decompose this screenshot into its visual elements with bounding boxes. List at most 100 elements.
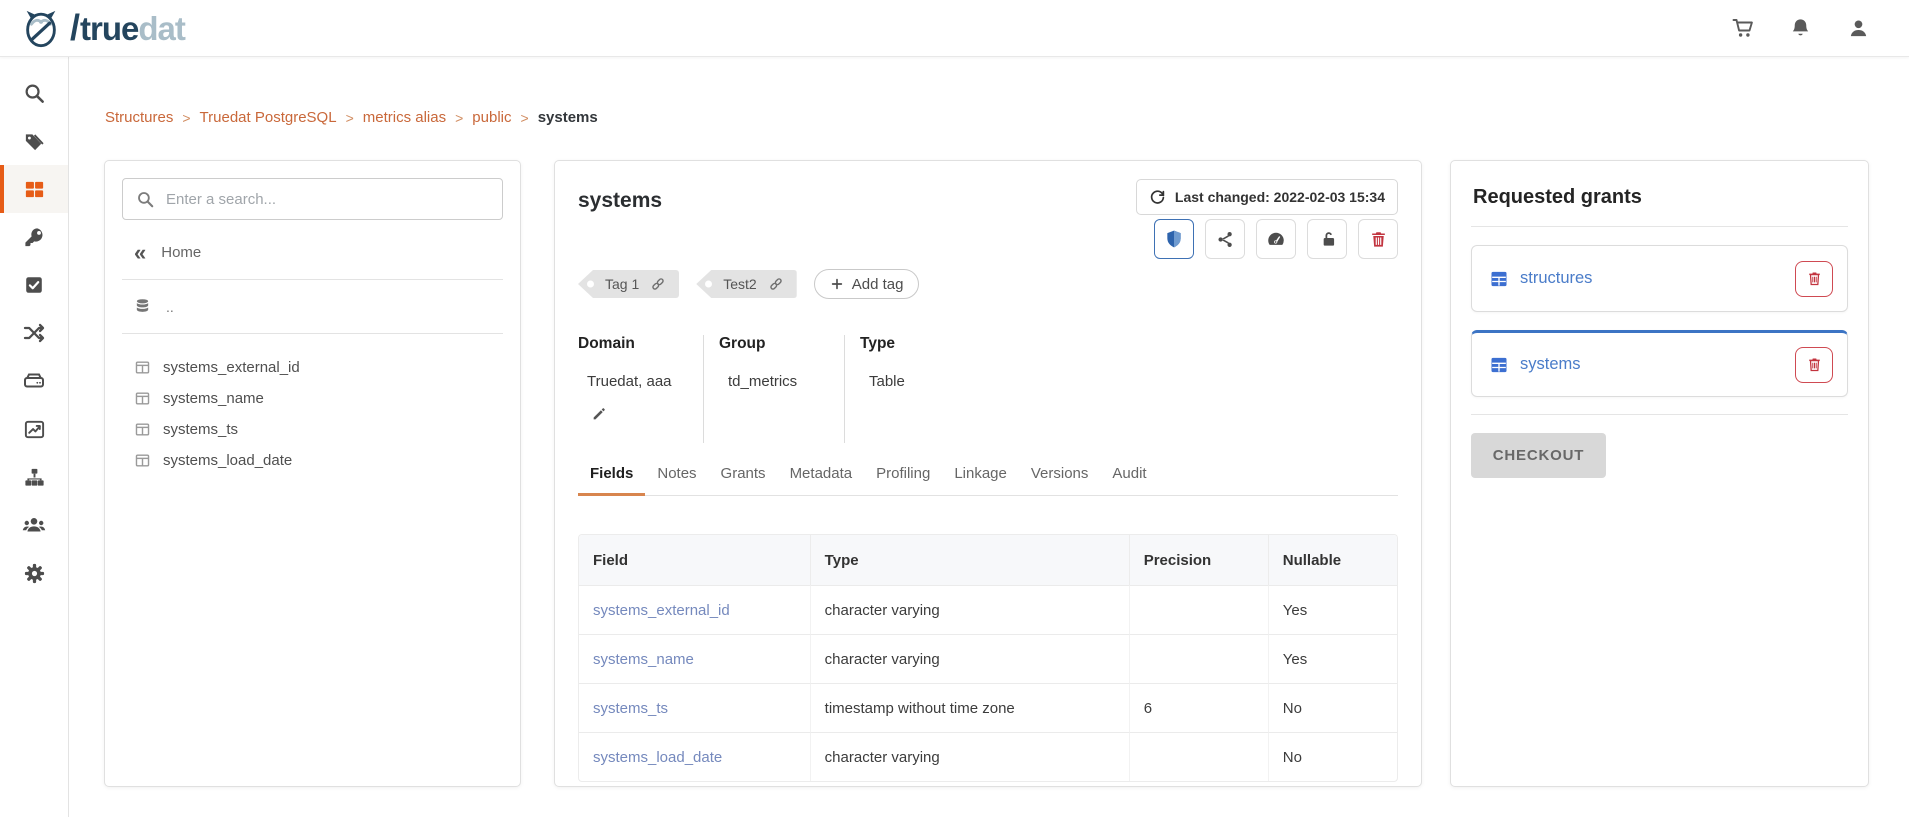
tree-field-item[interactable]: systems_name	[134, 383, 503, 414]
tab-metadata[interactable]: Metadata	[778, 465, 865, 495]
refresh-icon	[1149, 189, 1166, 206]
structure-tree-panel: « Home .. systems_external_id systems_na…	[104, 160, 521, 787]
rail-check-square-icon[interactable]	[0, 261, 68, 309]
field-link[interactable]: systems_load_date	[593, 749, 722, 766]
grant-link-wrap[interactable]: systems	[1489, 355, 1795, 375]
rail-gear-icon[interactable]	[0, 549, 68, 597]
tree-field-label: systems_ts	[163, 421, 238, 438]
delete-structure-button[interactable]	[1358, 219, 1398, 259]
table-row: systems_external_id character varying Ye…	[579, 585, 1397, 634]
grant-link-wrap[interactable]: structures	[1489, 269, 1795, 289]
cart-icon[interactable]	[1731, 16, 1755, 40]
link-icon[interactable]	[768, 276, 784, 292]
tree-field-label: systems_external_id	[163, 359, 300, 376]
quality-gauge-button[interactable]	[1256, 219, 1296, 259]
share-button[interactable]	[1205, 219, 1245, 259]
structure-detail-panel: systems Last changed: 2022-02-03 15:34	[554, 160, 1422, 787]
gauge-icon	[1266, 229, 1286, 249]
tree-field-item[interactable]: systems_external_id	[134, 352, 503, 383]
tree-parent-item[interactable]: ..	[134, 298, 503, 315]
tree-search-box	[122, 178, 503, 220]
tree-home-link[interactable]: « Home	[134, 244, 503, 261]
table-header-row: Field Type Precision Nullable	[579, 535, 1397, 585]
breadcrumb-link[interactable]: public	[472, 109, 511, 126]
user-icon[interactable]	[1847, 16, 1871, 40]
bell-icon[interactable]	[1789, 16, 1813, 40]
home-label: Home	[161, 244, 201, 261]
tab-fields[interactable]: Fields	[578, 465, 645, 495]
add-tag-label: Add tag	[852, 276, 904, 293]
rail-grid-icon[interactable]	[0, 165, 68, 213]
rail-drive-icon[interactable]	[0, 357, 68, 405]
fields-tree-list: systems_external_id systems_name systems…	[122, 352, 503, 476]
unlock-icon	[1317, 229, 1337, 249]
rail-users-icon[interactable]	[0, 501, 68, 549]
field-nullable: No	[1268, 732, 1397, 781]
tag-chip[interactable]: Tag 1	[578, 270, 679, 298]
tab-versions[interactable]: Versions	[1019, 465, 1101, 495]
field-link[interactable]: systems_name	[593, 651, 694, 668]
fields-table: Field Type Precision Nullable systems_ex…	[578, 534, 1398, 782]
table-columns-icon	[134, 421, 151, 438]
rail-shuffle-icon[interactable]	[0, 309, 68, 357]
pencil-icon	[591, 406, 609, 422]
add-tag-button[interactable]: Add tag	[814, 269, 920, 299]
last-changed-button[interactable]: Last changed: 2022-02-03 15:34	[1136, 179, 1398, 215]
tree-field-item[interactable]: systems_ts	[134, 414, 503, 445]
column-header-field: Field	[579, 535, 810, 585]
tag-label: Test2	[723, 276, 756, 292]
type-label: Type	[860, 335, 956, 353]
structure-info: Domain Truedat, aaa Group td_metrics Typ…	[578, 335, 1398, 443]
breadcrumb-separator: >	[346, 110, 354, 126]
protect-button[interactable]	[1154, 219, 1194, 259]
field-link[interactable]: systems_external_id	[593, 602, 730, 619]
grant-link[interactable]: structures	[1520, 269, 1592, 288]
field-precision: 6	[1129, 683, 1268, 732]
divider	[122, 333, 503, 334]
grant-link[interactable]: systems	[1520, 355, 1581, 374]
field-nullable: Yes	[1268, 585, 1397, 634]
field-nullable: No	[1268, 683, 1397, 732]
breadcrumb-separator: >	[455, 110, 463, 126]
database-icon	[134, 298, 151, 315]
tab-grants[interactable]: Grants	[709, 465, 778, 495]
info-type: Type Table	[860, 335, 986, 443]
owl-icon	[20, 7, 62, 49]
table-row: systems_ts timestamp without time zone 6…	[579, 683, 1397, 732]
rail-search-icon[interactable]	[0, 69, 68, 117]
breadcrumb-link[interactable]: Structures	[105, 109, 173, 126]
breadcrumb-link[interactable]: Truedat PostgreSQL	[200, 109, 337, 126]
tree-field-label: systems_name	[163, 390, 264, 407]
remove-grant-button[interactable]	[1795, 261, 1833, 297]
field-nullable: Yes	[1268, 634, 1397, 683]
rail-sitemap-icon[interactable]	[0, 453, 68, 501]
icon-rail	[0, 57, 69, 817]
table-columns-icon	[134, 359, 151, 376]
search-input[interactable]	[166, 191, 489, 208]
rail-chart-icon[interactable]	[0, 405, 68, 453]
field-link[interactable]: systems_ts	[593, 700, 668, 717]
breadcrumb-link[interactable]: metrics alias	[363, 109, 446, 126]
rail-key-icon[interactable]	[0, 213, 68, 261]
edit-domain-button[interactable]	[591, 405, 609, 423]
detail-header: systems Last changed: 2022-02-03 15:34	[578, 179, 1398, 259]
requested-grants-title: Requested grants	[1473, 186, 1848, 209]
link-icon[interactable]	[650, 276, 666, 292]
tree-field-item[interactable]: systems_load_date	[134, 445, 503, 476]
tab-notes[interactable]: Notes	[645, 465, 708, 495]
tab-profiling[interactable]: Profiling	[864, 465, 942, 495]
remove-grant-button[interactable]	[1795, 347, 1833, 383]
truedat-logo[interactable]: /truedat	[20, 7, 185, 49]
detail-tabs: Fields Notes Grants Metadata Profiling L…	[578, 465, 1398, 496]
checkout-button[interactable]: CHECKOUT	[1471, 433, 1606, 478]
group-value: td_metrics	[728, 373, 814, 390]
trash-icon	[1806, 270, 1823, 287]
unlock-button[interactable]	[1307, 219, 1347, 259]
tab-audit[interactable]: Audit	[1100, 465, 1158, 495]
breadcrumb-separator: >	[182, 110, 190, 126]
table-grid-icon	[1489, 269, 1509, 289]
tag-chip[interactable]: Test2	[696, 270, 796, 298]
tab-linkage[interactable]: Linkage	[942, 465, 1019, 495]
rail-tags-icon[interactable]	[0, 117, 68, 165]
table-columns-icon	[134, 390, 151, 407]
